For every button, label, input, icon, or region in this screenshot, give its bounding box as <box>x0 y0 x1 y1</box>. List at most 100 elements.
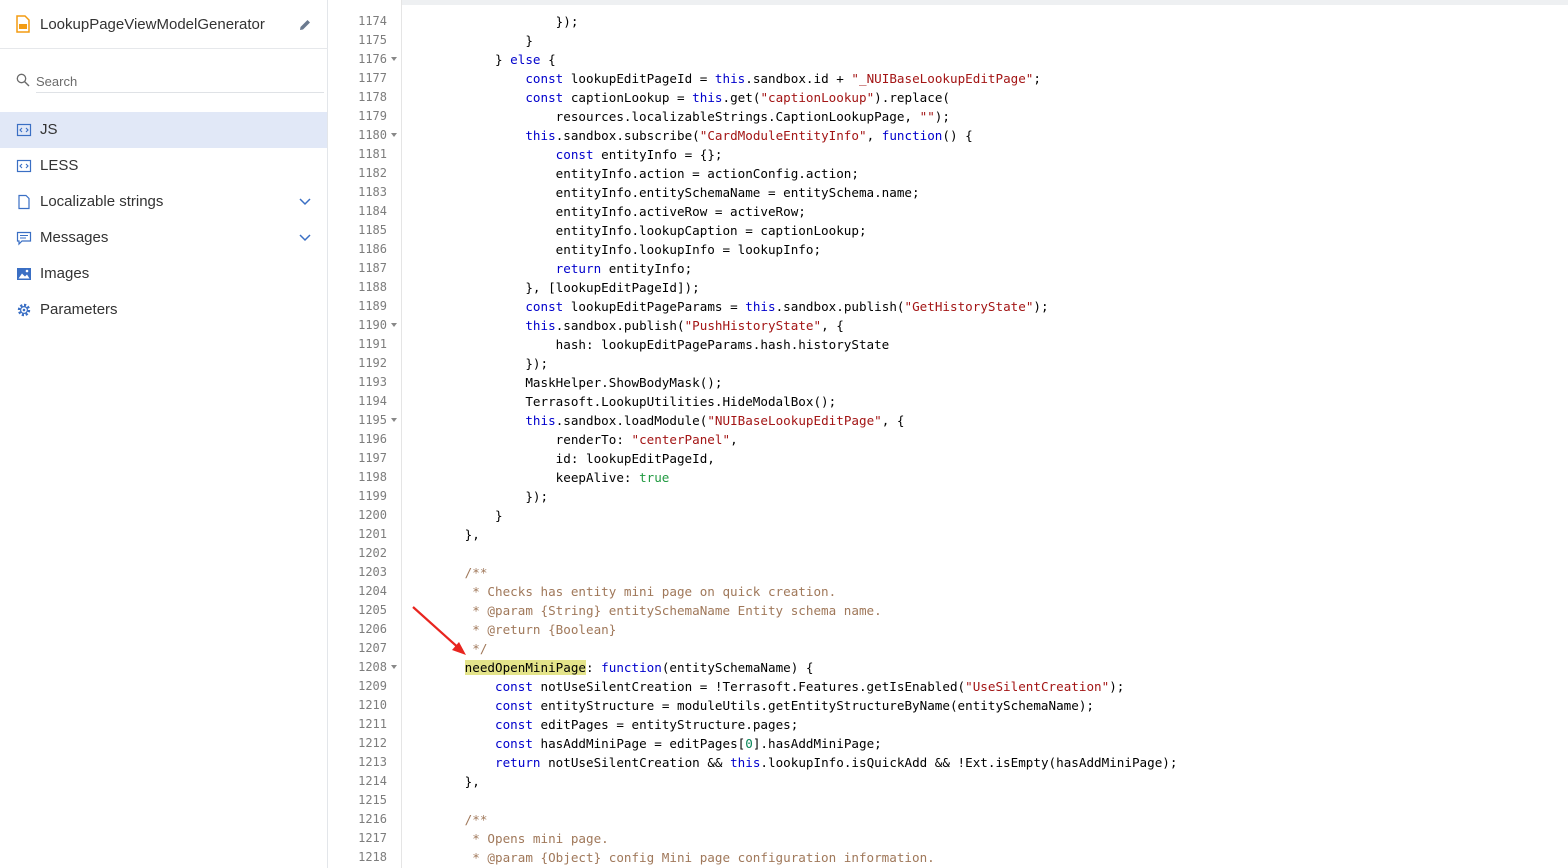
code-line: const lookupEditPageId = this.sandbox.id… <box>404 69 1564 88</box>
code-token: this <box>730 755 761 770</box>
code-token: lookupEditPageParams = <box>563 299 746 314</box>
code-token: }, <box>464 774 480 789</box>
code-token: keepAlive: <box>495 470 640 485</box>
code-file-icon <box>16 123 32 137</box>
line-number: 1193 <box>358 375 387 389</box>
chevron-down-icon[interactable] <box>298 232 312 244</box>
code-token: ).replace( <box>874 90 950 105</box>
sidebar-item-js[interactable]: JS <box>0 112 327 148</box>
code-token: hasAddMiniPage = editPages[ <box>532 736 746 751</box>
line-numbers: 1174 1175 1176 1177 1178 1179 1180 1181 1182 1183… <box>329 12 397 867</box>
code-token: .sandbox.publish( <box>775 299 905 314</box>
code-token: * Opens mini page. <box>464 831 609 846</box>
code-line: const entityInfo = {}; <box>404 145 1564 164</box>
code-token: /** <box>464 565 488 580</box>
code-line: needOpenMiniPage: function(entitySchemaN… <box>404 658 1564 677</box>
search-input[interactable] <box>36 70 324 93</box>
sidebar-item-parameters[interactable]: Parameters <box>0 292 327 328</box>
sidebar-item-images[interactable]: Images <box>0 256 327 292</box>
js-file-icon <box>16 15 30 33</box>
schema-sidebar: LookupPageViewModelGenerator JS LESS <box>0 0 328 868</box>
code-token: .get( <box>722 90 761 105</box>
pencil-icon[interactable] <box>298 18 312 32</box>
code-token: ); <box>1033 299 1049 314</box>
search-icon <box>16 73 30 87</box>
fold-toggle-icon[interactable] <box>391 323 397 327</box>
code-line: const entityStructure = moduleUtils.getE… <box>404 696 1564 715</box>
fold-toggle-icon[interactable] <box>391 57 397 61</box>
code-token: "PushHistoryState" <box>684 318 822 333</box>
code-token: entityInfo.lookupInfo = lookupInfo; <box>495 242 822 257</box>
line-number: 1174 <box>358 14 387 28</box>
code-line: keepAlive: true <box>404 468 1564 487</box>
sidebar-item-localizable-strings[interactable]: Localizable strings <box>0 184 327 220</box>
code-token: ); <box>934 109 950 124</box>
line-number: 1206 <box>358 622 387 636</box>
line-number: 1208 <box>329 658 397 677</box>
code-line: }, <box>404 772 1564 791</box>
code-line: return notUseSilentCreation && this.look… <box>404 753 1564 772</box>
fold-toggle-icon[interactable] <box>391 665 397 669</box>
code-token: "CardModuleEntityInfo" <box>699 128 867 143</box>
code-token: entityInfo.action = actionConfig.action; <box>495 166 859 181</box>
fold-toggle-icon[interactable] <box>391 133 397 137</box>
code-editor[interactable]: 1174 1175 1176 1177 1178 1179 1180 1181 1182 1183… <box>329 0 1568 868</box>
code-content[interactable]: }); } } else { const lookupEditPageId = … <box>404 12 1564 867</box>
line-number: 1180 <box>329 126 397 145</box>
code-token: entityInfo.activeRow = activeRow; <box>495 204 806 219</box>
code-token: return <box>495 755 541 770</box>
code-token: , <box>866 128 882 143</box>
sidebar-item-messages[interactable]: Messages <box>0 220 327 256</box>
chevron-down-icon[interactable] <box>298 196 312 208</box>
code-token: function <box>601 660 662 675</box>
line-number: 1189 <box>358 299 387 313</box>
code-token: notUseSilentCreation && <box>540 755 731 770</box>
code-token: const <box>495 679 533 694</box>
line-number: 1188 <box>358 280 387 294</box>
code-token: id: lookupEditPageId, <box>495 451 715 466</box>
code-token: .sandbox.loadModule( <box>555 413 708 428</box>
code-line: const notUseSilentCreation = !Terrasoft.… <box>404 677 1564 696</box>
code-token: this <box>692 90 723 105</box>
fold-toggle-icon[interactable] <box>391 418 397 422</box>
code-token: }); <box>495 356 549 371</box>
code-token: ].hasAddMiniPage; <box>752 736 882 751</box>
line-number: 1209 <box>358 679 387 693</box>
code-token: } <box>495 508 503 523</box>
line-number: 1214 <box>358 774 387 788</box>
sidebar-item-label: LESS <box>40 157 79 174</box>
code-line: Terrasoft.LookupUtilities.HideModalBox()… <box>404 392 1564 411</box>
line-number: 1203 <box>358 565 387 579</box>
code-line: entityInfo.entitySchemaName = entitySche… <box>404 183 1564 202</box>
code-token: const <box>525 90 564 105</box>
sidebar-item-less[interactable]: LESS <box>0 148 327 184</box>
editor-top-edge <box>329 0 1568 5</box>
code-token: { <box>540 52 556 67</box>
code-token: "GetHistoryState" <box>904 299 1034 314</box>
code-line: const lookupEditPageParams = this.sandbo… <box>404 297 1564 316</box>
code-token: .lookupInfo.isQuickAdd && !Ext.isEmpty(h… <box>760 755 1178 770</box>
code-line: const hasAddMiniPage = editPages[0].hasA… <box>404 734 1564 753</box>
code-token: ; <box>1033 71 1041 86</box>
line-number: 1198 <box>358 470 387 484</box>
code-token: captionLookup = <box>563 90 693 105</box>
code-line: /** <box>404 810 1564 829</box>
